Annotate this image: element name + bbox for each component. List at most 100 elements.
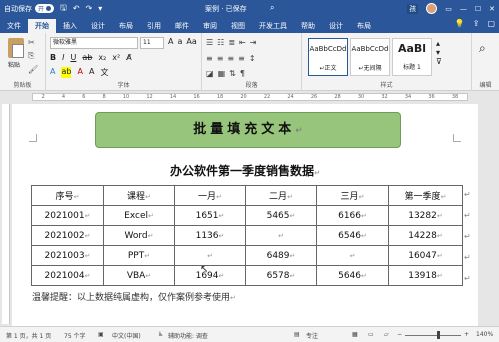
subscript-icon[interactable]: x₂ [98,53,106,62]
zoom-slider-thumb[interactable] [437,331,440,339]
tab-review[interactable]: 审阅 [196,19,224,33]
table-cell[interactable]: 5646↵ [316,265,389,286]
table-cell[interactable]: 13282↵ [388,205,463,226]
tab-file[interactable]: 文件 [0,19,28,33]
increase-indent-icon[interactable]: ⇥ [250,38,257,47]
accessibility-icon[interactable]: ♿ [158,331,163,338]
document-page[interactable]: 批量填充文本↵ 办公软件第一季度销售数据↵ 序号↵ 课程↵ 一月↵ 二月↵ 三月… [12,104,478,326]
table-cell[interactable]: 1136↵ [174,225,246,246]
user-name[interactable]: 孩 [407,3,419,14]
print-layout-icon[interactable]: ▦ [352,331,358,338]
redo-icon[interactable]: ↷ [86,4,93,13]
font-size-select[interactable]: 11 [140,37,164,49]
format-painter-icon[interactable]: 🖌 [28,65,38,74]
tab-view[interactable]: 视图 [224,19,252,33]
borders-icon[interactable]: ▦ [218,69,226,78]
word-count[interactable]: 75 个字 [64,331,86,340]
table-cell[interactable]: 1651↵ [174,205,246,226]
search-icon[interactable]: ⌕ [270,3,274,13]
close-icon[interactable]: ✕ [489,5,495,13]
tab-design[interactable]: 设计 [84,19,112,33]
tab-developer[interactable]: 开发工具 [252,19,294,33]
underline-icon[interactable]: U [70,53,76,62]
table-cell[interactable]: Excel↵ [103,205,175,226]
char-shading-icon[interactable]: A [89,67,94,78]
proofing-icon[interactable]: ▣ [98,331,104,338]
text-effects-icon[interactable]: A [50,67,55,78]
focus-label[interactable]: 专注 [306,331,318,340]
superscript-icon[interactable]: x² [112,53,120,62]
find-icon[interactable]: ⌕ [479,41,486,56]
table-cell[interactable]: PPT↵ [103,245,175,266]
horizontal-ruler[interactable]: 2 4 6 8 10 12 14 16 18 20 22 24 26 28 30 32 34 36 38 [0,91,499,102]
line-spacing-icon[interactable]: ↕ [249,54,256,63]
bold-icon[interactable]: B [50,53,56,62]
zoom-slider[interactable] [405,335,461,336]
accessibility-status[interactable]: 辅助功能: 调查 [168,331,208,340]
paste-icon[interactable] [8,38,24,58]
styles-more-icon[interactable]: ▴ ▾ ⊽ [436,39,442,66]
table-cell[interactable]: 14228↵ [388,225,463,246]
table-cell[interactable]: 2021003↵ [31,245,104,266]
banner-textbox[interactable]: 批量填充文本↵ [95,112,401,148]
tab-home[interactable]: 开始 [28,19,56,33]
sales-table[interactable]: 序号↵ 课程↵ 一月↵ 二月↵ 三月↵ 第一季度↵ 2021001↵ Excel… [31,185,463,286]
strikethrough-icon[interactable]: ab [82,53,92,62]
autosave-toggle[interactable]: 开 [35,4,55,13]
tab-table-design[interactable]: 设计 [322,19,350,33]
table-cell[interactable]: ↵ [174,245,246,266]
minimize-icon[interactable]: — [460,5,467,13]
table-cell[interactable]: ↵ [245,225,317,246]
align-right-icon[interactable]: ≡ [227,54,234,63]
table-cell[interactable]: 6578↵ [245,265,317,286]
copy-icon[interactable]: ⎘ [28,51,38,61]
table-cell[interactable]: 2021002↵ [31,225,104,246]
focus-icon[interactable]: ▤ [294,331,300,338]
phonetic-icon[interactable]: 文 [100,67,108,78]
share-icon[interactable]: ⇪ [473,19,480,28]
read-mode-icon[interactable]: ▭ [368,331,374,338]
italic-icon[interactable]: I [62,53,64,62]
show-marks-icon[interactable]: ¶ [240,69,245,78]
table-cell[interactable]: VBA↵ [103,265,175,286]
lightbulb-icon[interactable]: 💡 [455,19,465,28]
customize-toolbar-icon[interactable]: ▾ [98,4,102,13]
save-icon[interactable]: 🖫 [60,2,67,16]
shading-icon[interactable]: ◪ [206,69,214,78]
sort-icon[interactable]: ⇅ [229,69,236,78]
tab-table-layout[interactable]: 布局 [350,19,378,33]
table-cell[interactable]: 2021004↵ [31,265,104,286]
style-heading1[interactable]: AaBl 标题 1 [392,38,432,76]
justify-icon[interactable]: ≡ [238,54,245,63]
change-case-icon[interactable]: Aa [186,37,196,46]
cut-icon[interactable]: ✂ [28,38,38,47]
tab-layout[interactable]: 布局 [112,19,140,33]
multilevel-icon[interactable]: ≣ [228,38,235,47]
table-cell[interactable]: 2021001↵ [31,205,104,226]
comment-icon[interactable]: ▢ [487,19,495,28]
table-cell[interactable]: 5465↵ [245,205,317,226]
table-cell[interactable]: ↵ [316,245,389,266]
table-cell[interactable]: 13918↵ [388,265,463,286]
web-layout-icon[interactable]: ▱ [384,331,389,338]
grow-font-icon[interactable]: A [168,37,173,46]
ribbon-display-icon[interactable]: ▭ [445,5,452,13]
decrease-indent-icon[interactable]: ⇤ [239,38,246,47]
numbering-icon[interactable]: ☷ [217,38,224,47]
language[interactable]: 中文(中国) [112,331,141,340]
table-cell[interactable]: 1694↵ [174,265,246,286]
align-center-icon[interactable]: ≡ [217,54,224,63]
clear-format-icon[interactable]: A̸ [126,53,131,62]
font-color-icon[interactable]: A [77,67,82,78]
table-cell[interactable]: Word↵ [103,225,175,246]
zoom-out-icon[interactable]: − [397,331,402,338]
table-cell[interactable]: 6166↵ [316,205,389,226]
style-no-spacing[interactable]: AaBbCcDd ↵无间隔 [350,38,390,76]
undo-icon[interactable]: ↶ [73,4,80,13]
tab-references[interactable]: 引用 [140,19,168,33]
maximize-icon[interactable]: ☐ [475,5,481,13]
vertical-ruler[interactable] [2,104,10,324]
table-cell[interactable]: 16047↵ [388,245,463,266]
table-cell[interactable]: 6489↵ [245,245,317,266]
table-cell[interactable]: 6546↵ [316,225,389,246]
